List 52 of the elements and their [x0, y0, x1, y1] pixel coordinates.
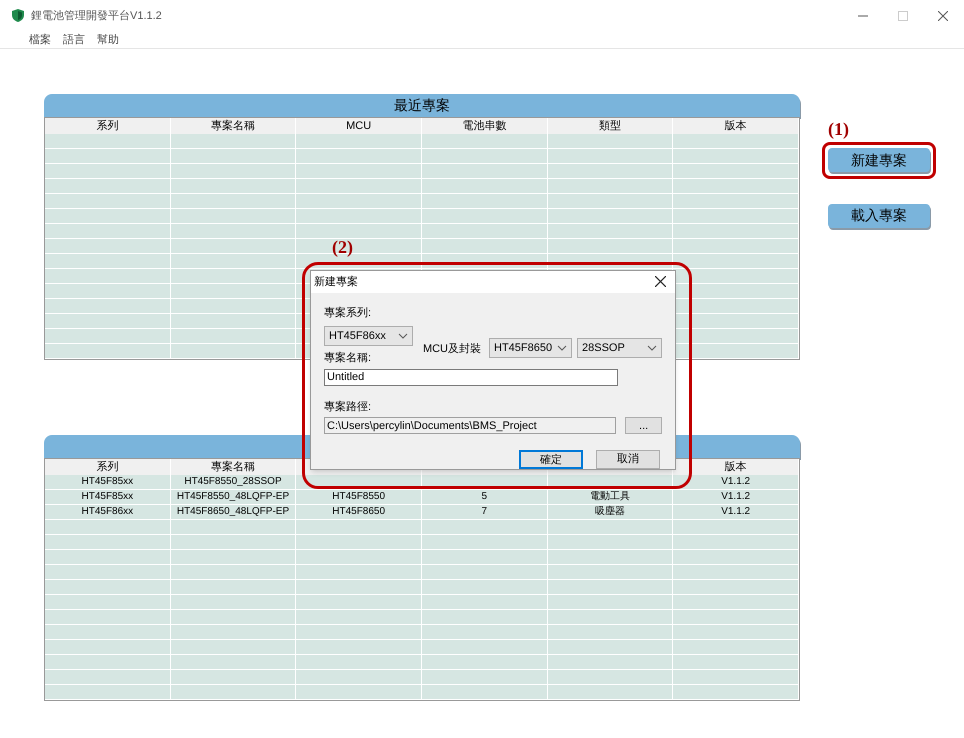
input-field[interactable]: C:\Users\percylin\Documents\BMS_Project	[324, 417, 616, 434]
annotation-label: (1)	[828, 119, 849, 139]
table-cell: 電動工具	[590, 490, 630, 504]
close-icon[interactable]	[655, 276, 666, 288]
table-cell: HT45F8650	[332, 505, 386, 519]
side-button[interactable]: 新建專案	[828, 148, 930, 172]
field-label: 專案系列:	[324, 306, 372, 320]
table-cell: V1.1.2	[721, 505, 750, 519]
column-header: 電池串數	[462, 119, 506, 134]
table-cell: V1.1.2	[721, 490, 750, 504]
side-button[interactable]: 載入專案	[828, 204, 930, 228]
table-cell: 7	[482, 505, 488, 519]
dropdown[interactable]: 28SSOP	[577, 338, 662, 358]
close-icon[interactable]	[938, 10, 948, 21]
table-cell: HT45F86xx	[81, 505, 134, 519]
dialog-button[interactable]: 取消	[596, 450, 660, 469]
annotation-label: (2)	[332, 237, 353, 257]
column-header: 類型	[598, 119, 621, 134]
menu-item[interactable]: 檔案	[29, 32, 51, 48]
menu-item[interactable]: 幫助	[97, 32, 119, 48]
table-cell: V1.1.2	[721, 475, 750, 489]
table-cell: HT45F8550_48LQFP-EP	[176, 490, 290, 504]
dialog-title: 新建專案	[314, 274, 358, 290]
column-header: 版本	[724, 460, 747, 475]
dialog-button[interactable]: 確定	[519, 450, 583, 469]
table-cell: HT45F8650_48LQFP-EP	[176, 505, 290, 519]
table-cell: HT45F8550	[332, 490, 386, 504]
table-cell: HT45F8550_28SSOP	[184, 475, 282, 489]
browse-button[interactable]: ...	[625, 417, 662, 434]
field-label: MCU及封裝	[422, 342, 481, 357]
menu-item[interactable]: 語言	[63, 32, 85, 48]
table-title: 最近專案	[394, 96, 450, 115]
window-title: 鋰電池管理開發平台V1.1.2	[31, 8, 162, 24]
field-label: 專案路徑:	[324, 400, 372, 414]
chevron-down-icon	[398, 333, 408, 339]
input-field[interactable]: Untitled	[324, 368, 618, 386]
column-header: 系列	[96, 460, 118, 475]
field-label: 專案名稱:	[324, 350, 372, 366]
table-cell: HT45F85xx	[81, 475, 134, 489]
table-cell: HT45F85xx	[81, 490, 134, 504]
table-cell: 吸塵器	[594, 505, 625, 519]
shield-icon	[12, 9, 24, 22]
column-header: 系列	[96, 118, 118, 134]
column-header: 專案名稱	[210, 118, 255, 134]
chevron-down-icon	[557, 345, 567, 351]
column-header: 專案名稱	[210, 460, 255, 475]
table-cell: 5	[482, 490, 488, 504]
chevron-down-icon	[647, 345, 657, 351]
dropdown[interactable]: HT45F86xx	[324, 326, 413, 346]
column-header: MCU	[346, 119, 372, 134]
dropdown[interactable]: HT45F8650	[489, 338, 572, 358]
column-header: 版本	[724, 119, 747, 134]
